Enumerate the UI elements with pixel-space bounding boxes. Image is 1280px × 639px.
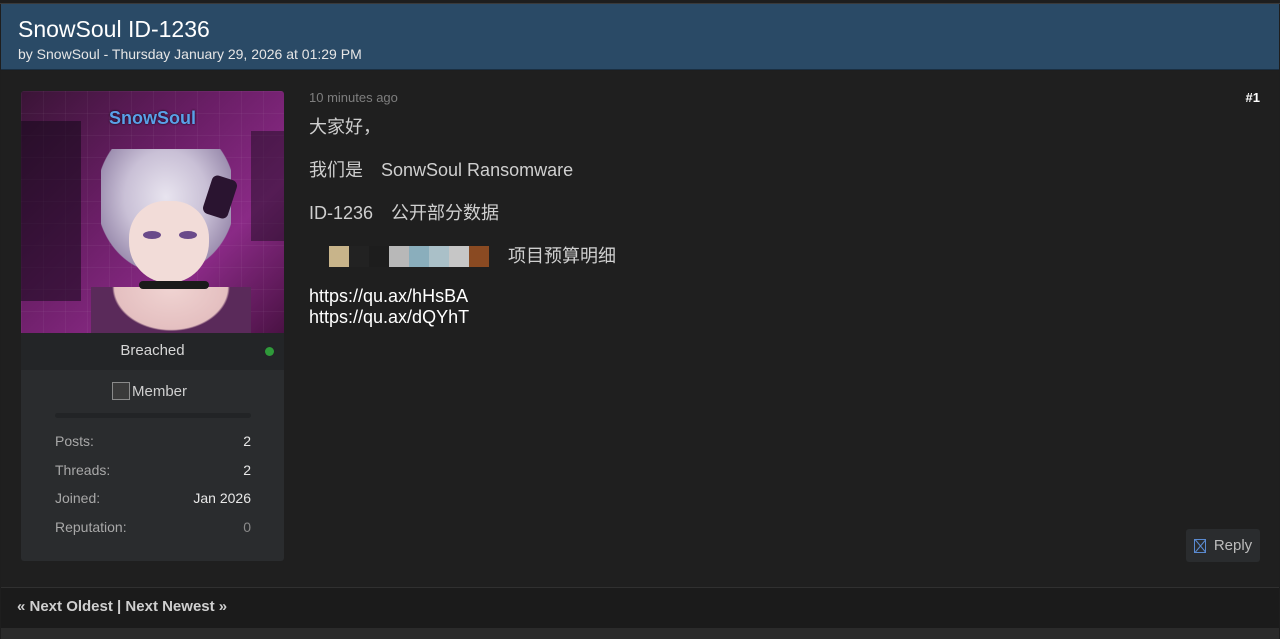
stat-row-threads: Threads: 2 [55,462,251,491]
group-image-alt: Member [132,382,188,400]
blur-cell [449,245,469,267]
blur-cell [389,245,409,267]
avatar-shape [21,121,81,301]
post-text: 我们是 SonwSoul Ransomware [309,160,574,180]
post-number-link[interactable]: #1 [1246,90,1260,105]
stat-label: Reputation: [55,518,127,535]
reputation-bar [55,413,251,418]
stat-row-joined: Joined: Jan 2026 [55,490,251,519]
stat-label: Joined: [55,490,101,506]
avatar[interactable]: SnowSoul [21,91,284,333]
thread-navigation: « Next Oldest | Next Newest » [1,588,1279,628]
nav-separator: | [117,598,122,615]
usertitle-bar: Breached [21,333,284,370]
stat-row-posts: Posts: 2 [55,433,251,462]
blur-cell [429,245,449,267]
post-link[interactable]: https://qu.ax/dQYhT [309,307,1249,328]
stat-label: Threads: [55,461,111,478]
avatar-eye [143,231,161,239]
post-links: https://qu.ax/hHsBA https://qu.ax/dQYhT [309,286,1249,328]
post-timestamp: 10 minutes ago [309,90,398,105]
avatar-shape [251,131,284,241]
group-image: Member [112,382,187,400]
post-body: 大家好， 我们是 SonwSoul Ransomware ID-1236 公开部… [309,114,1249,328]
blur-cell [369,245,389,267]
blur-cell [349,245,369,267]
blur-cell [309,245,329,267]
avatar-username: SnowSoul [109,108,196,128]
author-card: SnowSoul Breached Member Posts: 2 Thread… [21,91,284,561]
nav-links: « Next Oldest | Next Newest » [17,598,227,615]
thread-byline: by SnowSoul - Thursday January 29, 2026 … [18,46,362,62]
stat-label: Posts: [55,433,94,449]
reply-button[interactable]: Reply [1186,529,1260,562]
post-link[interactable]: https://qu.ax/hHsBA [309,286,1249,307]
reply-icon [1193,538,1206,553]
user-title: Breached [120,342,185,359]
stat-value: Jan 2026 [193,490,251,506]
next-oldest-link[interactable]: « Next Oldest [17,598,113,615]
stat-value[interactable]: 2 [243,462,251,478]
stat-row-reputation: Reputation: 0 [55,519,251,548]
blur-cell [329,245,349,267]
post-text: 大家好， [309,117,381,137]
author-stats: Posts: 2 Threads: 2 Joined: Jan 2026 Rep… [55,433,251,547]
avatar-collar [139,281,209,289]
post-text: 项目预算明细 [508,246,616,266]
blur-cell [409,245,429,267]
reply-button-label: Reply [1213,537,1253,554]
blurred-image [309,245,489,267]
stat-value[interactable]: 2 [243,433,251,449]
next-newest-link[interactable]: Next Newest » [125,598,227,615]
avatar-eye [179,231,197,239]
stat-value[interactable]: 0 [243,519,251,535]
avatar-face [129,201,209,283]
footer-strip [1,628,1279,639]
avatar-body [91,287,251,333]
online-status-icon [265,347,274,356]
post-text: ID-1236 公开部分数据 [309,203,500,223]
thread-title: SnowSoul ID-1236 [18,16,210,42]
blurred-image-row: 项目预算明细 [309,243,1249,269]
blur-cell [469,245,489,267]
broken-image-icon [112,382,130,400]
thread-header: SnowSoul ID-1236 by SnowSoul - Thursday … [1,4,1279,70]
